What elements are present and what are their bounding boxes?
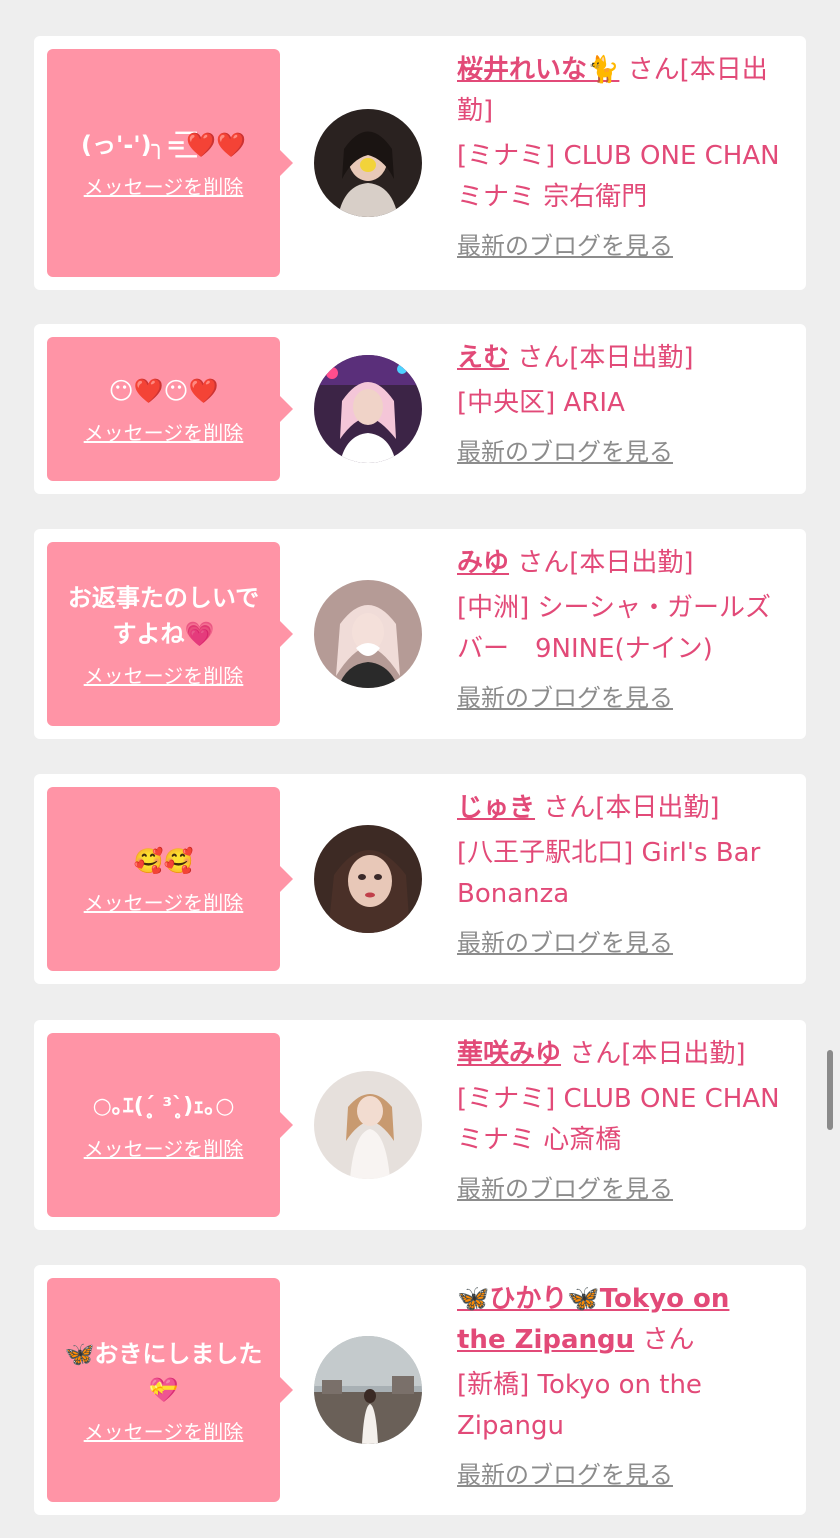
avatar[interactable] (314, 355, 422, 463)
message-text: (っ'-')╮=͟͟͞͞❤️❤️ (81, 130, 246, 159)
shop-name: [新橋] Tokyo on the Zipangu (457, 1370, 702, 1441)
cast-status: さん[本日出勤] (509, 343, 694, 373)
message-card: 🥰🥰 メッセージを削除 じゅき さん[本日出勤] [八王子駅北口] Girl's… (34, 774, 806, 984)
delete-message-link[interactable]: メッセージを削除 (84, 171, 244, 200)
delete-message-link[interactable]: メッセージを削除 (84, 887, 244, 916)
message-bubble: 😶❤️😶❤️ メッセージを削除 (47, 337, 293, 481)
cast-status: さん[本日出勤] (535, 793, 720, 823)
latest-blog-link[interactable]: 最新のブログを見る (457, 432, 673, 473)
latest-blog-link[interactable]: 最新のブログを見る (457, 1455, 673, 1496)
message-card: ○｡ｴ(ˊ̥̥̥̥̥ ³ˋ̥̥̥̥̥)ｪ｡○ メッセージを削除 華咲みゆ さん[… (34, 1020, 806, 1230)
shop-name: [八王子駅北口] Girl's Bar Bonanza (457, 838, 761, 909)
message-card: お返事たのしいですよね💗 メッセージを削除 みゆ さん[本日出勤] [中洲] シ… (34, 529, 806, 739)
delete-message-link[interactable]: メッセージを削除 (84, 1133, 244, 1162)
cast-name-link[interactable]: みゆ (457, 548, 509, 578)
cast-info: 🦋ひかり🦋Tokyo on the Zipangu さん [新橋] Tokyo … (457, 1279, 787, 1496)
avatar[interactable] (314, 109, 422, 217)
cast-info: えむ さん[本日出勤] [中央区] ARIA 最新のブログを見る (457, 338, 787, 473)
latest-blog-link[interactable]: 最新のブログを見る (457, 923, 673, 964)
shop-name: [ミナミ] CLUB ONE CHAN ミナミ 心斎橋 (457, 1084, 780, 1155)
message-text: 🥰🥰 (133, 846, 194, 875)
scrollbar[interactable] (827, 1050, 833, 1130)
cast-name-link[interactable]: えむ (457, 343, 509, 373)
message-bubble: 🦋おきにしました💝 メッセージを削除 (47, 1278, 293, 1502)
cast-status: さん (634, 1325, 695, 1355)
message-card: 😶❤️😶❤️ メッセージを削除 えむ さん[本日出勤] [中央区] ARIA 最… (34, 324, 806, 494)
cast-info: じゅき さん[本日出勤] [八王子駅北口] Girl's Bar Bonanza… (457, 788, 787, 964)
cast-info: 桜井れいな🐈 さん[本日出勤] [ミナミ] CLUB ONE CHAN ミナミ … (457, 50, 787, 267)
shop-name: [中洲] シーシャ・ガールズバー 9NINE(ナイン) (457, 593, 772, 664)
message-text: 🦋おきにしました💝 (64, 1339, 263, 1404)
cast-name-link[interactable]: 華咲みゆ (457, 1039, 561, 1069)
avatar[interactable] (314, 580, 422, 688)
cast-name-link[interactable]: じゅき (457, 793, 535, 823)
message-text: お返事たのしいですよね💗 (67, 583, 260, 648)
cast-name-link[interactable]: 桜井れいな🐈 (457, 55, 619, 85)
cast-status: さん[本日出勤] (561, 1039, 746, 1069)
message-text: 😶❤️😶❤️ (108, 376, 219, 405)
cast-info: 華咲みゆ さん[本日出勤] [ミナミ] CLUB ONE CHAN ミナミ 心斎… (457, 1034, 787, 1210)
message-bubble: ○｡ｴ(ˊ̥̥̥̥̥ ³ˋ̥̥̥̥̥)ｪ｡○ メッセージを削除 (47, 1033, 293, 1217)
shop-name: [中央区] ARIA (457, 388, 625, 418)
cast-info: みゆ さん[本日出勤] [中洲] シーシャ・ガールズバー 9NINE(ナイン) … (457, 543, 787, 719)
avatar[interactable] (314, 1071, 422, 1179)
avatar[interactable] (314, 825, 422, 933)
latest-blog-link[interactable]: 最新のブログを見る (457, 678, 673, 719)
message-bubble: お返事たのしいですよね💗 メッセージを削除 (47, 542, 293, 726)
message-card: (っ'-')╮=͟͟͞͞❤️❤️ メッセージを削除 桜井れいな🐈 さん[本日出勤… (34, 36, 806, 290)
message-card: 🦋おきにしました💝 メッセージを削除 🦋ひかり🦋Tokyo on the Zip… (34, 1265, 806, 1515)
message-text: ○｡ｴ(ˊ̥̥̥̥̥ ³ˋ̥̥̥̥̥)ｪ｡○ (92, 1093, 235, 1119)
shop-name: [ミナミ] CLUB ONE CHAN ミナミ 宗右衛門 (457, 141, 780, 212)
message-bubble: (っ'-')╮=͟͟͞͞❤️❤️ メッセージを削除 (47, 49, 293, 277)
avatar[interactable] (314, 1336, 422, 1444)
cast-status: さん[本日出勤] (509, 548, 694, 578)
latest-blog-link[interactable]: 最新のブログを見る (457, 1169, 673, 1210)
delete-message-link[interactable]: メッセージを削除 (84, 660, 244, 689)
delete-message-link[interactable]: メッセージを削除 (84, 1416, 244, 1445)
message-bubble: 🥰🥰 メッセージを削除 (47, 787, 293, 971)
latest-blog-link[interactable]: 最新のブログを見る (457, 226, 673, 267)
delete-message-link[interactable]: メッセージを削除 (84, 417, 244, 446)
